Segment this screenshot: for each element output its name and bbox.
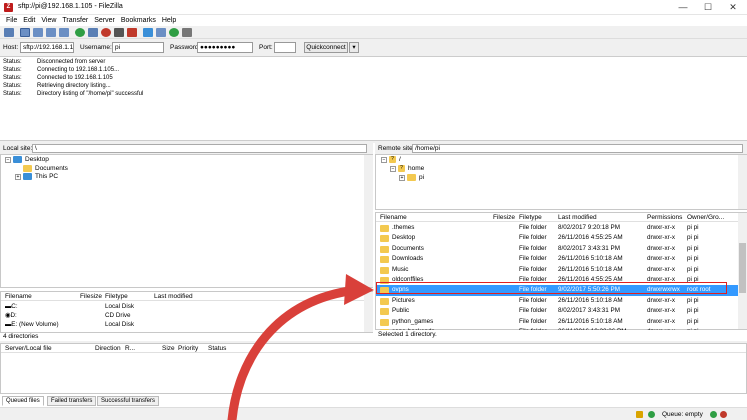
annotation-arrow bbox=[227, 274, 374, 420]
